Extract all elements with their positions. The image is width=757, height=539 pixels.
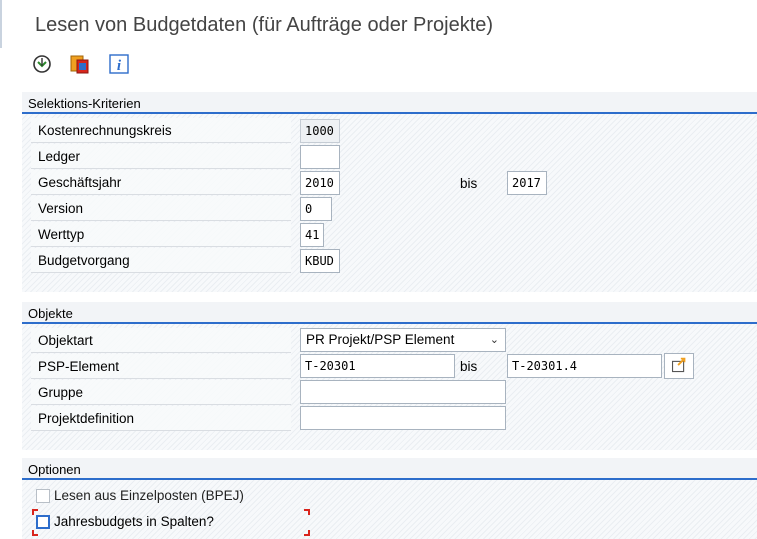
- multiple-selection-button[interactable]: [664, 353, 694, 379]
- objektart-select[interactable]: PR Projekt/PSP Element ⌄: [300, 328, 506, 352]
- einzelposten-checkbox[interactable]: [36, 489, 50, 503]
- title-bar: Lesen von Budgetdaten (für Aufträge oder…: [0, 0, 757, 48]
- focus-corner-bottom-right: [304, 530, 310, 536]
- execute-button[interactable]: [31, 53, 53, 75]
- geschaeftsjahr-from-field[interactable]: 2010: [300, 171, 340, 195]
- options-header: Optionen: [22, 458, 757, 480]
- variants-button[interactable]: [69, 53, 91, 75]
- geschaeftsjahr-to-field[interactable]: 2017: [507, 171, 547, 195]
- page-title: Lesen von Budgetdaten (für Aufträge oder…: [35, 14, 494, 36]
- label-kostenrechnungskreis: Kostenrechnungskreis: [31, 118, 291, 143]
- objects-header: Objekte: [22, 302, 757, 324]
- label-psp-element: PSP-Element: [31, 354, 291, 379]
- objects-section: Objekte Objektart PR Projekt/PSP Element…: [22, 302, 757, 450]
- multiple-selection-icon: [671, 357, 686, 373]
- psp-to-field[interactable]: T-20301.4: [507, 354, 662, 378]
- execute-icon: [33, 55, 51, 73]
- selection-criteria-section: Selektions-Kriterien Kostenrechnungskrei…: [22, 92, 757, 292]
- info-button[interactable]: i: [108, 53, 130, 75]
- projektdefinition-field[interactable]: [300, 406, 506, 430]
- ledger-field[interactable]: [300, 145, 340, 169]
- chevron-down-icon: ⌄: [489, 334, 499, 346]
- psp-bis-label: bis: [460, 359, 478, 374]
- geschaeftsjahr-bis-label: bis: [460, 176, 478, 191]
- kostenrechnungskreis-field[interactable]: 1000: [300, 119, 340, 143]
- einzelposten-label: Lesen aus Einzelposten (BPEJ): [54, 488, 244, 503]
- jahresbudgets-checkbox[interactable]: [36, 515, 50, 529]
- gruppe-field[interactable]: [300, 380, 506, 404]
- version-field[interactable]: 0: [300, 197, 332, 221]
- label-projektdefinition: Projektdefinition: [31, 406, 291, 431]
- label-objektart: Objektart: [31, 328, 291, 353]
- options-section: Optionen Lesen aus Einzelposten (BPEJ) J…: [22, 458, 757, 539]
- objektart-value: PR Projekt/PSP Element: [306, 332, 455, 347]
- focus-corner-bottom-left: [32, 530, 38, 536]
- werttyp-field[interactable]: 41: [300, 223, 324, 247]
- label-gruppe: Gruppe: [31, 380, 291, 405]
- label-ledger: Ledger: [31, 144, 291, 169]
- label-budgetvorgang: Budgetvorgang: [31, 248, 291, 273]
- toolbar: i: [0, 48, 757, 84]
- label-version: Version: [31, 196, 291, 221]
- budgetvorgang-field[interactable]: KBUD: [300, 249, 340, 273]
- jahresbudgets-label: Jahresbudgets in Spalten?: [54, 514, 214, 529]
- info-icon: i: [109, 54, 129, 74]
- psp-from-field[interactable]: T-20301: [300, 354, 455, 378]
- label-geschaeftsjahr: Geschäftsjahr: [31, 170, 291, 195]
- focus-corner-top-right: [304, 509, 310, 515]
- label-werttyp: Werttyp: [31, 222, 291, 247]
- variants-icon: [70, 55, 89, 74]
- selection-criteria-header: Selektions-Kriterien: [22, 92, 757, 114]
